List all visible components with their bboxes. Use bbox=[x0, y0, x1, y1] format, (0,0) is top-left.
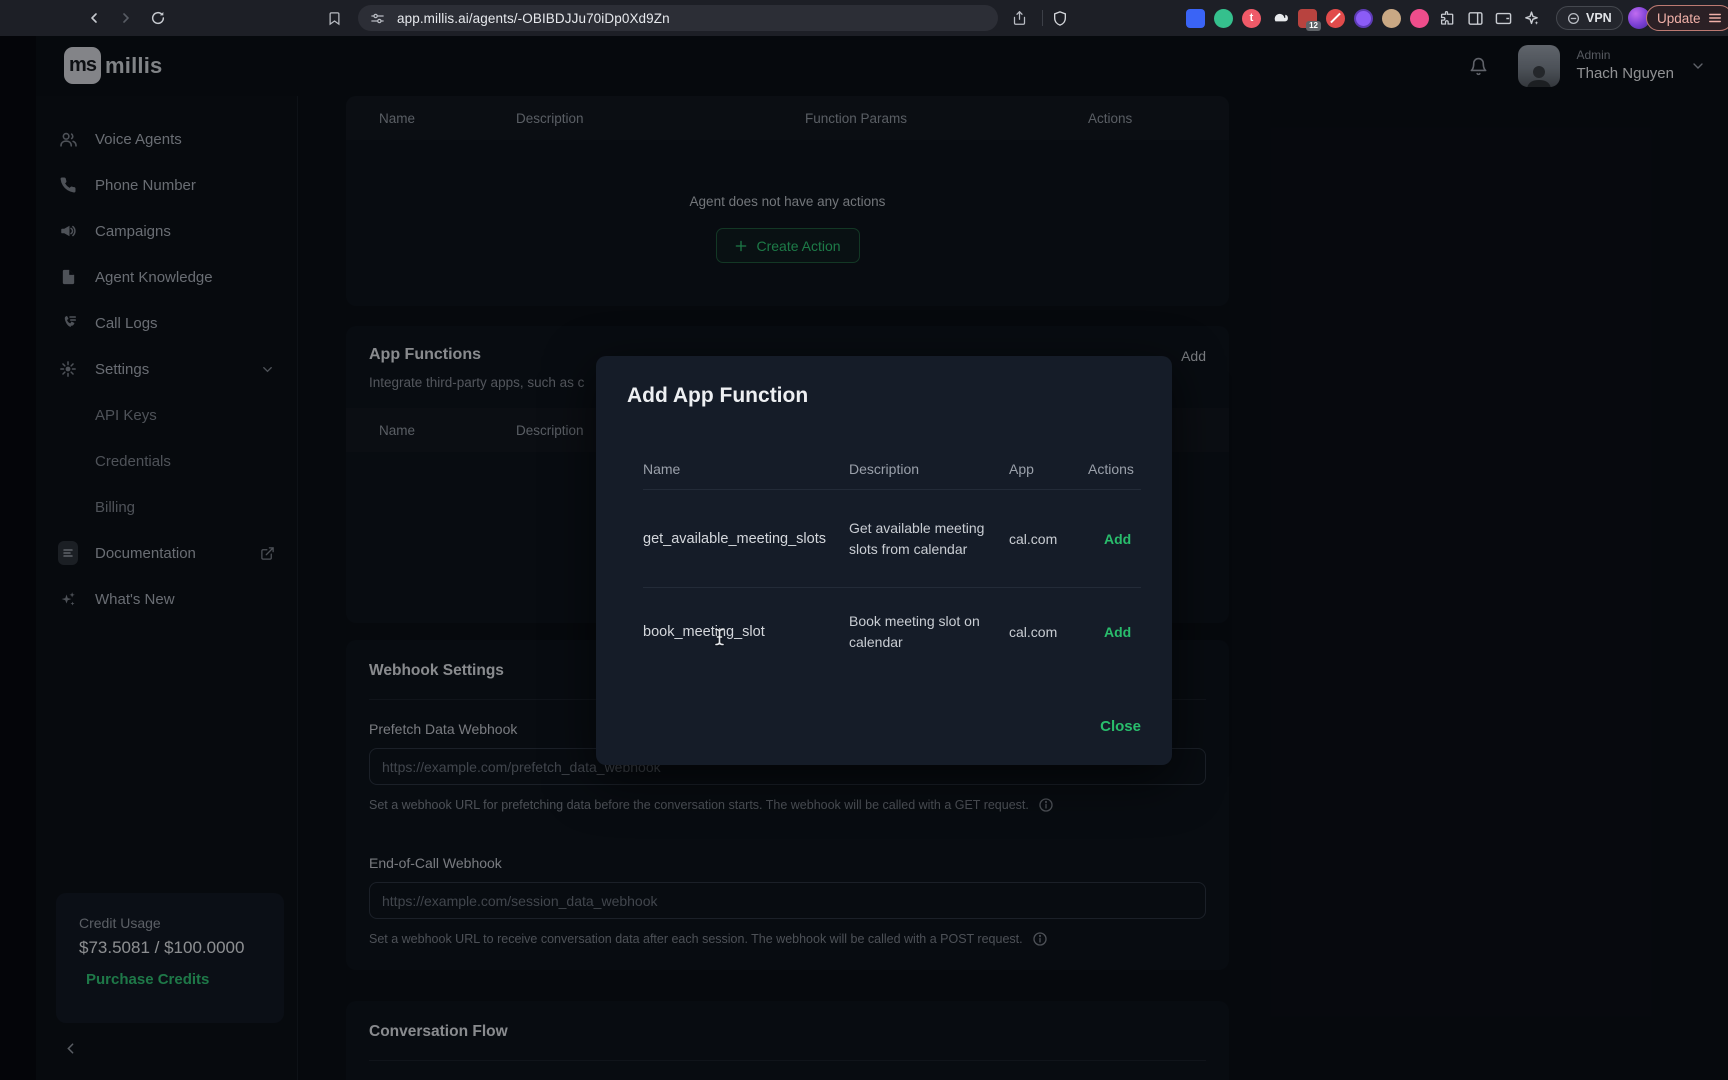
back-icon[interactable] bbox=[86, 10, 102, 26]
column-description: Description bbox=[849, 461, 1009, 477]
modal-title: Add App Function bbox=[627, 384, 1141, 408]
extension-green-icon[interactable] bbox=[1214, 9, 1233, 28]
site-settings-icon[interactable] bbox=[370, 11, 385, 26]
function-name: get_available_meeting_slots bbox=[643, 531, 849, 547]
add-function-button[interactable]: Add bbox=[1088, 624, 1141, 640]
cursor-ibeam bbox=[714, 628, 725, 646]
extension-purple-icon[interactable] bbox=[1354, 9, 1373, 28]
forward-icon[interactable] bbox=[118, 10, 134, 26]
table-row: get_available_meeting_slots Get availabl… bbox=[643, 490, 1141, 588]
vpn-button[interactable]: VPN bbox=[1556, 6, 1623, 30]
close-button[interactable]: Close bbox=[1100, 718, 1141, 735]
url-text: app.millis.ai/agents/-OBIBDJJu70iDp0Xd9Z… bbox=[397, 11, 670, 26]
extensions-puzzle-icon[interactable] bbox=[1438, 9, 1457, 28]
column-app: App bbox=[1009, 461, 1088, 477]
update-button[interactable]: Update bbox=[1646, 5, 1728, 31]
brave-shield-icon[interactable] bbox=[1052, 0, 1068, 36]
modal-table-header: Name Description App Actions bbox=[643, 448, 1141, 490]
add-function-button[interactable]: Add bbox=[1088, 531, 1141, 547]
update-label: Update bbox=[1657, 11, 1701, 26]
reload-icon[interactable] bbox=[150, 10, 166, 26]
add-app-function-modal: Add App Function Name Description App Ac… bbox=[596, 356, 1172, 765]
extension-face-icon[interactable] bbox=[1382, 9, 1401, 28]
sidebar-panel-icon[interactable] bbox=[1466, 9, 1485, 28]
browser-toolbar: app.millis.ai/agents/-OBIBDJJu70iDp0Xd9Z… bbox=[0, 0, 1728, 36]
column-name: Name bbox=[643, 461, 849, 477]
function-app: cal.com bbox=[1009, 624, 1088, 640]
toolbar-divider bbox=[1042, 10, 1043, 26]
menu-icon bbox=[1708, 12, 1722, 24]
extension-icons: t 12 bbox=[1186, 0, 1541, 36]
vpn-label: VPN bbox=[1586, 11, 1612, 25]
extension-badge-icon[interactable]: 12 bbox=[1298, 9, 1317, 28]
address-bar[interactable]: app.millis.ai/agents/-OBIBDJJu70iDp0Xd9Z… bbox=[358, 5, 998, 31]
bookmark-icon[interactable] bbox=[327, 0, 342, 36]
extension-cloud-icon[interactable] bbox=[1270, 9, 1289, 28]
wallet-icon[interactable] bbox=[1494, 9, 1513, 28]
leo-sparkle-icon[interactable] bbox=[1522, 9, 1541, 28]
share-icon[interactable] bbox=[1012, 0, 1027, 36]
function-description: Get available meeting slots from calenda… bbox=[849, 518, 1009, 560]
function-app: cal.com bbox=[1009, 531, 1088, 547]
extension-blue-shield-icon[interactable] bbox=[1186, 9, 1205, 28]
extension-pink-icon[interactable] bbox=[1410, 9, 1429, 28]
function-description: Book meeting slot on calendar bbox=[849, 611, 1009, 653]
extension-red-t-icon[interactable]: t bbox=[1242, 9, 1261, 28]
column-actions: Actions bbox=[1088, 461, 1141, 477]
function-name: book_meeting_slot bbox=[643, 624, 849, 640]
extension-adblock-icon[interactable] bbox=[1326, 9, 1345, 28]
extension-badge-count: 12 bbox=[1306, 21, 1321, 31]
